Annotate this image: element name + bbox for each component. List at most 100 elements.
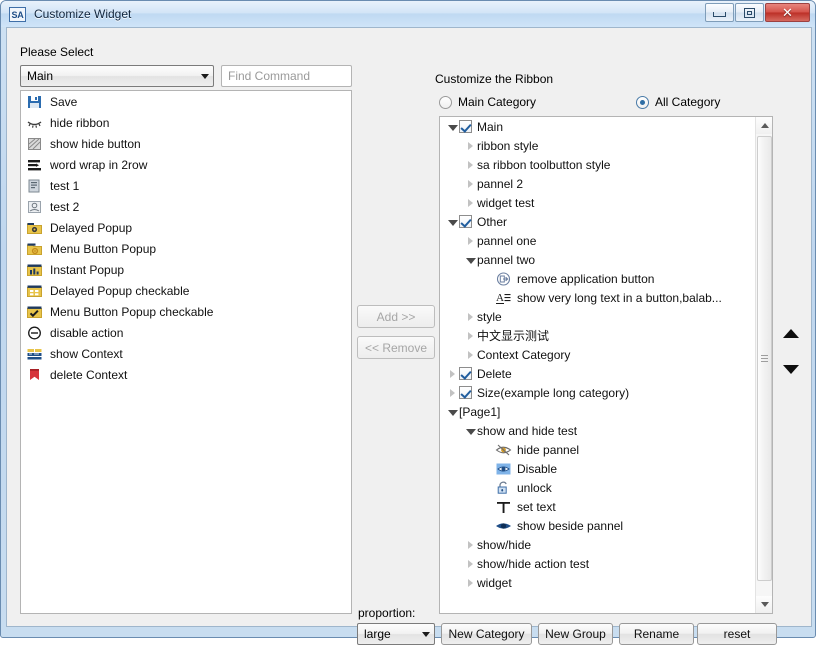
scroll-down-icon [760, 602, 769, 607]
ribbon-tree[interactable]: Main ribbon style sa ribbon toolbutton sty… [439, 116, 773, 614]
ribbon-tree-rows: Main ribbon style sa ribbon toolbutton sty… [440, 117, 755, 613]
list-item[interactable]: test 2 [21, 196, 351, 217]
expander-closed-icon[interactable] [446, 388, 459, 397]
expander-open-icon[interactable] [446, 408, 459, 416]
tree-item-checkbox[interactable] [459, 215, 472, 228]
list-item-label: Menu Button Popup checkable [50, 304, 214, 319]
expander-closed-icon[interactable] [464, 312, 477, 321]
tree-item[interactable]: [Page1] [440, 402, 755, 421]
remove-button[interactable]: << Remove [357, 336, 435, 359]
window-title: Customize Widget [34, 7, 132, 21]
tree-item[interactable]: Context Category [440, 345, 755, 364]
tree-item[interactable]: show/hide [440, 535, 755, 554]
tree-item[interactable]: pannel two [440, 250, 755, 269]
tree-item[interactable]: show beside pannel [440, 516, 755, 535]
tree-item[interactable]: set text [440, 497, 755, 516]
expander-closed-icon[interactable] [446, 369, 459, 378]
add-button[interactable]: Add >> [357, 305, 435, 328]
scrollbar-thumb[interactable] [757, 136, 772, 581]
move-down-button[interactable] [782, 361, 800, 377]
proportion-combobox[interactable]: large [357, 623, 435, 645]
close-button[interactable]: ✕ [765, 3, 810, 22]
expander-closed-icon[interactable] [464, 179, 477, 188]
radio-main-category[interactable]: Main Category [439, 95, 536, 109]
list-item[interactable]: word wrap in 2row [21, 154, 351, 175]
tree-item[interactable]: show/hide action test [440, 554, 755, 573]
expander-closed-icon[interactable] [464, 331, 477, 340]
expander-closed-icon[interactable] [464, 540, 477, 549]
tree-item[interactable]: Delete [440, 364, 755, 383]
tree-item[interactable]: show and hide test [440, 421, 755, 440]
radio-all-category-label: All Category [655, 95, 721, 109]
tree-item[interactable]: widget [440, 573, 755, 592]
expander-closed-icon[interactable] [464, 198, 477, 207]
expander-open-icon[interactable] [464, 427, 477, 435]
maximize-button[interactable] [735, 3, 764, 22]
maximize-icon [744, 7, 755, 18]
scroll-up-button[interactable] [756, 117, 772, 134]
tree-item[interactable]: Size(example long category) [440, 383, 755, 402]
expander-closed-icon[interactable] [464, 141, 477, 150]
list-item-label: Menu Button Popup [50, 241, 157, 256]
list-item[interactable]: Menu Button Popup [21, 238, 351, 259]
expander-closed-icon[interactable] [464, 236, 477, 245]
tree-item[interactable]: Disable [440, 459, 755, 478]
expander-closed-icon[interactable] [464, 559, 477, 568]
list-item-label: show Context [50, 346, 123, 361]
svg-text:A: A [496, 292, 504, 304]
list-item[interactable]: test 1 [21, 175, 351, 196]
tree-item[interactable]: widget test [440, 193, 755, 212]
tree-item[interactable]: ribbon style [440, 136, 755, 155]
list-item[interactable]: Instant Popup [21, 259, 351, 280]
tree-item[interactable]: 中文显示测试 [440, 326, 755, 345]
document-icon [26, 178, 43, 194]
eye-hidden-icon [495, 442, 512, 458]
tree-item-checkbox[interactable] [459, 367, 472, 380]
reset-button[interactable]: reset [697, 623, 777, 645]
move-up-button[interactable] [782, 325, 800, 341]
new-group-button[interactable]: New Group [538, 623, 613, 645]
expander-closed-icon[interactable] [464, 578, 477, 587]
tree-vertical-scrollbar[interactable] [755, 117, 772, 613]
command-listbox[interactable]: Save hide ribbon show hide button word wrap… [20, 90, 352, 614]
new-category-button[interactable]: New Category [441, 623, 532, 645]
customize-widget-window: SA Customize Widget ✕ Please Select Main… [0, 0, 816, 645]
tree-item[interactable]: pannel 2 [440, 174, 755, 193]
list-item[interactable]: hide ribbon [21, 112, 351, 133]
tree-item-checkbox[interactable] [459, 120, 472, 133]
tree-item[interactable]: Ashow very long text in a button,balab..… [440, 288, 755, 307]
list-item[interactable]: disable action [21, 322, 351, 343]
scroll-down-button[interactable] [756, 596, 772, 613]
list-item[interactable]: show hide button [21, 133, 351, 154]
tree-item[interactable]: style [440, 307, 755, 326]
list-item[interactable]: Save [21, 91, 351, 112]
list-item[interactable]: delete Context [21, 364, 351, 385]
rename-button[interactable]: Rename [619, 623, 694, 645]
tree-item[interactable]: remove application button [440, 269, 755, 288]
tree-item[interactable]: sa ribbon toolbutton style [440, 155, 755, 174]
list-item[interactable]: Delayed Popup checkable [21, 280, 351, 301]
list-item[interactable]: Menu Button Popup checkable [21, 301, 351, 322]
expander-closed-icon[interactable] [464, 350, 477, 359]
list-item[interactable]: Delayed Popup [21, 217, 351, 238]
folder-chart-icon [26, 262, 43, 278]
radio-all-category[interactable]: All Category [636, 95, 720, 109]
tree-item[interactable]: Main [440, 117, 755, 136]
expander-closed-icon[interactable] [464, 160, 477, 169]
expander-open-icon[interactable] [446, 123, 459, 131]
category-combobox[interactable]: Main [20, 65, 214, 87]
category-combobox-value: Main [27, 69, 54, 83]
proportion-combobox-value: large [364, 627, 391, 641]
tree-item[interactable]: unlock [440, 478, 755, 497]
minimize-icon [713, 12, 726, 17]
minimize-button[interactable] [705, 3, 734, 22]
tree-item[interactable]: pannel one [440, 231, 755, 250]
tree-item[interactable]: Other [440, 212, 755, 231]
expander-open-icon[interactable] [464, 256, 477, 264]
tree-item[interactable]: hide pannel [440, 440, 755, 459]
list-item[interactable]: show Context [21, 343, 351, 364]
tree-item-checkbox[interactable] [459, 386, 472, 399]
expander-open-icon[interactable] [446, 218, 459, 226]
title-bar: SA Customize Widget ✕ [1, 1, 815, 27]
find-command-input[interactable]: Find Command [221, 65, 352, 87]
